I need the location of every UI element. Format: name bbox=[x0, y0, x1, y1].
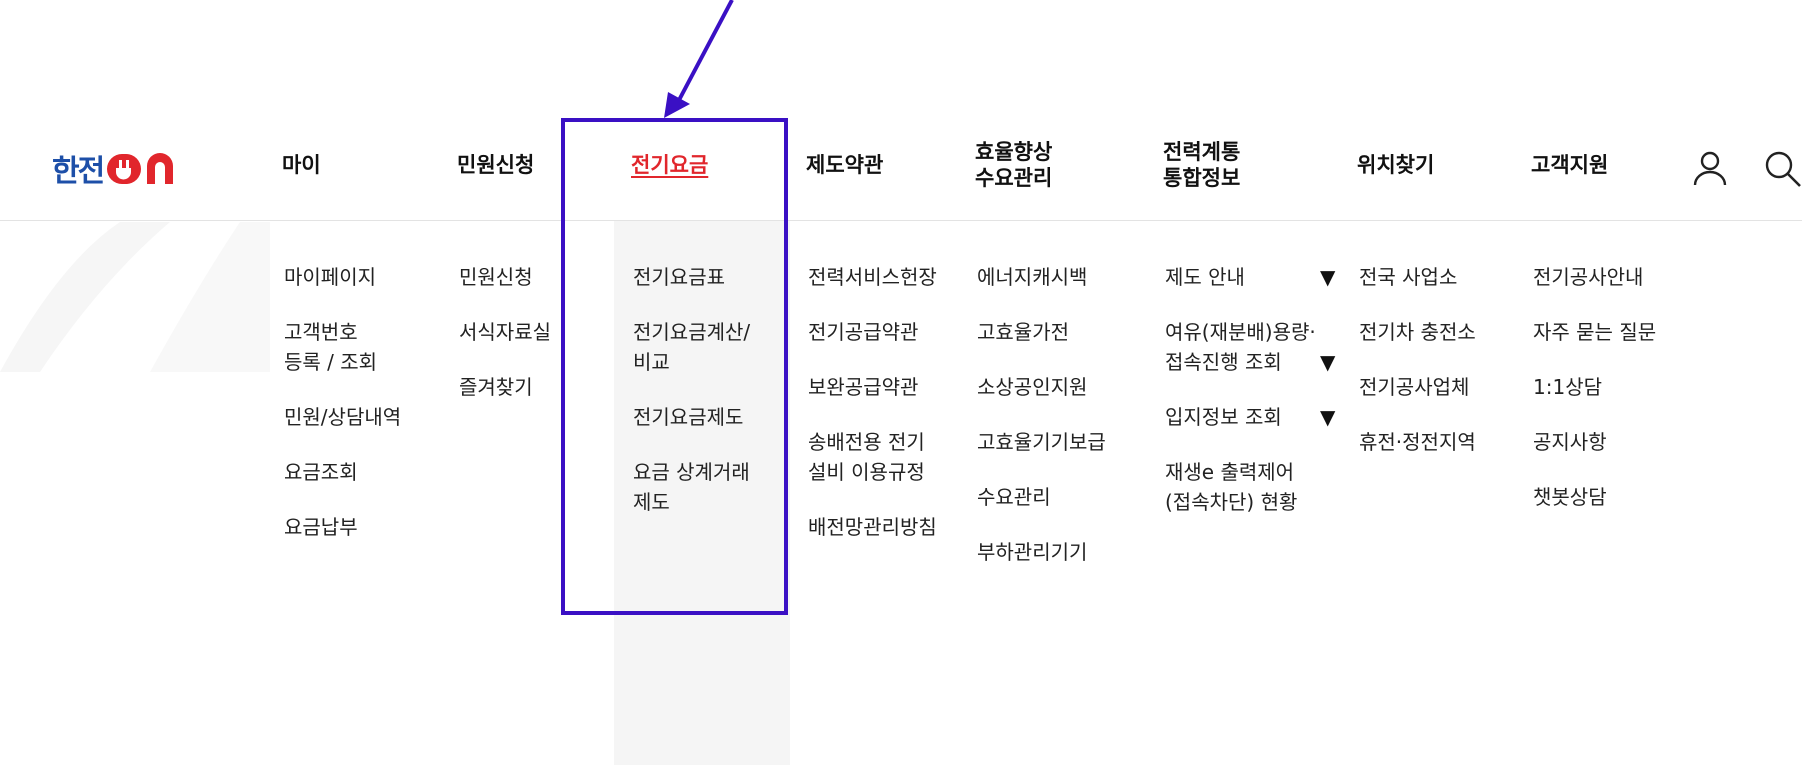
expand-arrow-icon[interactable]: ▼ bbox=[1320, 402, 1335, 432]
submenu-item[interactable]: 고객번호 등록 / 조회 bbox=[284, 317, 401, 377]
submenu-column-grid-info: 제도 안내 ▼ 여유(재분배)용량· 접속진행 조회 ▼ 입지정보 조회 ▼ 재생e 출… bbox=[1165, 262, 1335, 542]
submenu-item[interactable]: 요금조회 bbox=[284, 457, 401, 487]
submenu-item[interactable]: 수요관리 bbox=[977, 482, 1106, 512]
submenu-item[interactable]: 전력서비스헌장 bbox=[808, 262, 937, 292]
submenu-item[interactable]: 부하관리기기 bbox=[977, 537, 1106, 567]
submenu-item[interactable]: 민원/상담내역 bbox=[284, 402, 401, 432]
submenu-column-efficiency: 에너지캐시백 고효율가전 소상공인지원 고효율기기보급 수요관리 부하관리기기 bbox=[977, 262, 1106, 592]
nav-item-location[interactable]: 위치찾기 bbox=[1357, 152, 1434, 178]
submenu-item[interactable]: 고효율가전 bbox=[977, 317, 1106, 347]
submenu-item[interactable]: 재생e 출력제어 (접속차단) 현황 bbox=[1165, 457, 1316, 517]
submenu-item[interactable]: 1:1상담 bbox=[1533, 372, 1656, 402]
submenu-item[interactable]: 제도 안내 ▼ bbox=[1165, 262, 1335, 292]
submenu-item[interactable]: 전기차 충전소 bbox=[1359, 317, 1476, 347]
submenu-item[interactable]: 전기공사업체 bbox=[1359, 372, 1476, 402]
submenu-item[interactable]: 민원신청 bbox=[459, 262, 551, 292]
submenu-item[interactable]: 즐겨찾기 bbox=[459, 372, 551, 402]
submenu-item[interactable]: 요금 상계거래 제도 bbox=[633, 457, 750, 517]
submenu-column-my: 마이페이지 고객번호 등록 / 조회 민원/상담내역 요금조회 요금납부 bbox=[284, 262, 401, 567]
logo-on-icon bbox=[107, 153, 174, 184]
user-icon[interactable] bbox=[1690, 148, 1730, 188]
nav-item-electricity-rates[interactable]: 전기요금 bbox=[631, 152, 708, 178]
submenu-item[interactable]: 서식자료실 bbox=[459, 317, 551, 347]
nav-item-my[interactable]: 마이 bbox=[282, 152, 321, 178]
submenu-column-electricity-rates: 전기요금표 전기요금계산/비교 전기요금제도 요금 상계거래 제도 bbox=[633, 262, 750, 542]
submenu-item[interactable]: 송배전용 전기 설비 이용규정 bbox=[808, 427, 937, 487]
expand-arrow-icon[interactable]: ▼ bbox=[1320, 347, 1335, 377]
background-decoration bbox=[0, 222, 270, 372]
nav-item-civil-petition[interactable]: 민원신청 bbox=[457, 152, 534, 178]
nav-item-terms[interactable]: 제도약관 bbox=[806, 152, 883, 178]
submenu-item[interactable]: 휴전·정전지역 bbox=[1359, 427, 1476, 457]
submenu-item[interactable]: 전기공사안내 bbox=[1533, 262, 1656, 292]
submenu-item[interactable]: 소상공인지원 bbox=[977, 372, 1106, 402]
submenu-item[interactable]: 여유(재분배)용량· 접속진행 조회 ▼ bbox=[1165, 317, 1335, 377]
submenu-column-civil-petition: 민원신청 서식자료실 즐겨찾기 bbox=[459, 262, 551, 427]
submenu-item[interactable]: 에너지캐시백 bbox=[977, 262, 1106, 292]
nav-item-efficiency[interactable]: 효율향상 수요관리 bbox=[975, 139, 1052, 191]
submenu-item[interactable]: 마이페이지 bbox=[284, 262, 401, 292]
logo-text: 한전 bbox=[52, 154, 105, 189]
submenu-item[interactable]: 전기공급약관 bbox=[808, 317, 937, 347]
submenu-item[interactable]: 전기요금계산/비교 bbox=[633, 317, 750, 377]
submenu-item[interactable]: 전국 사업소 bbox=[1359, 262, 1476, 292]
submenu-item[interactable]: 입지정보 조회 ▼ bbox=[1165, 402, 1335, 432]
submenu-item[interactable]: 챗봇상담 bbox=[1533, 482, 1656, 512]
nav-item-customer-support[interactable]: 고객지원 bbox=[1531, 152, 1608, 178]
logo[interactable]: 한전 bbox=[52, 150, 187, 189]
submenu-item[interactable]: 보완공급약관 bbox=[808, 372, 937, 402]
expand-arrow-icon[interactable]: ▼ bbox=[1320, 262, 1335, 292]
submenu-column-location: 전국 사업소 전기차 충전소 전기공사업체 휴전·정전지역 bbox=[1359, 262, 1476, 482]
submenu-item[interactable]: 고효율기기보급 bbox=[977, 427, 1106, 457]
site-header: 한전 bbox=[0, 0, 1802, 221]
submenu-item[interactable]: 공지사항 bbox=[1533, 427, 1656, 457]
submenu-item[interactable]: 전기요금제도 bbox=[633, 402, 750, 432]
submenu-column-customer-support: 전기공사안내 자주 묻는 질문 1:1상담 공지사항 챗봇상담 bbox=[1533, 262, 1656, 537]
submenu-item[interactable]: 자주 묻는 질문 bbox=[1533, 317, 1656, 347]
submenu-column-terms: 전력서비스헌장 전기공급약관 보완공급약관 송배전용 전기 설비 이용규정 배전망… bbox=[808, 262, 937, 567]
submenu-item[interactable]: 전기요금표 bbox=[633, 262, 750, 292]
submenu-item[interactable]: 요금납부 bbox=[284, 512, 401, 542]
submenu-item[interactable]: 배전망관리방침 bbox=[808, 512, 937, 542]
nav-item-grid-info[interactable]: 전력계통 통합정보 bbox=[1163, 139, 1240, 191]
search-icon[interactable] bbox=[1762, 148, 1802, 188]
